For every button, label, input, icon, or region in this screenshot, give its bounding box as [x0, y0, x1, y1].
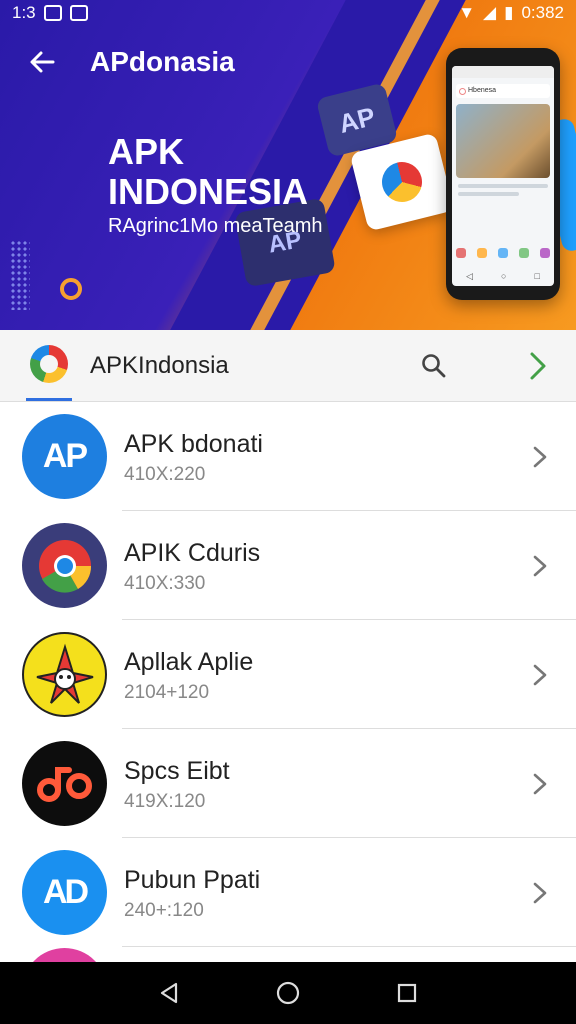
list-item-title: APK bdonati: [124, 430, 263, 458]
list-item-subtitle: 410X:220: [124, 464, 206, 485]
phone-app-icon: [456, 248, 466, 258]
circle-home-icon: [276, 981, 300, 1005]
chevron-right-icon: [530, 352, 546, 380]
list-item-title: Spcs Eibt: [124, 757, 230, 785]
phone-nav-home-icon: ○: [501, 271, 507, 281]
square-recents-icon: [397, 983, 416, 1003]
phone-app-icon: [540, 248, 550, 258]
search-icon: [422, 354, 446, 378]
search-button[interactable]: [420, 352, 448, 380]
app-avatar: [22, 632, 107, 717]
phone-media-card: [456, 104, 550, 178]
app-title: APdonasia: [90, 46, 235, 77]
phone-icon-row: [456, 248, 550, 258]
chrome-logo-icon: [38, 539, 91, 593]
app-list: AP APK bdonati 410X:220 APIK Cduris 410X…: [0, 402, 576, 947]
app-avatar-text: AD: [42, 873, 89, 911]
search-tab-row[interactable]: APKIndonsia: [0, 330, 576, 402]
hero-banner: AP AP Hbenesa ◁ ○ □ 1:3 ▼ ◢ ▮ 0:382 APdo…: [0, 0, 576, 330]
phone-status-bar: [452, 66, 554, 78]
arrow-left-icon: [30, 51, 55, 73]
music-note-icon: [36, 766, 92, 802]
status-bar: 1:3 ▼ ◢ ▮ 0:382: [0, 0, 576, 26]
list-item-partial[interactable]: [0, 942, 576, 962]
app-avatar: [22, 741, 107, 826]
chevron-right-icon: [533, 773, 547, 795]
chevron-right-icon: [533, 446, 547, 468]
app-avatar-text: AP: [42, 437, 88, 475]
phone-app-icon: [498, 248, 508, 258]
phone-nav-bar: ◁ ○ □: [452, 271, 554, 282]
back-button[interactable]: [18, 40, 66, 84]
app-avatar: AP: [22, 414, 107, 499]
hero-ring-decoration: [60, 278, 82, 300]
nav-back-button[interactable]: [149, 973, 189, 1013]
notification-icon: [43, 5, 62, 21]
phone-nav-back-icon: ◁: [466, 271, 473, 281]
hero-phone-illustration: Hbenesa ◁ ○ □: [446, 48, 560, 300]
list-item[interactable]: Spcs Eibt 419X:120: [0, 729, 576, 838]
hero-logo-icon: [377, 157, 427, 207]
status-time: 1:3: [12, 3, 36, 22]
phone-screen: Hbenesa ◁ ○ □: [452, 66, 554, 286]
search-label: APKIndonsia: [90, 352, 229, 379]
app-bar: APdonasia: [0, 40, 235, 84]
list-item[interactable]: AD Pubun Ppati 240+:120: [0, 838, 576, 947]
signal-icon: ◢: [483, 3, 497, 22]
hero-title-line-2: INDONESIA: [108, 171, 309, 212]
list-item-subtitle: 410X:330: [124, 573, 206, 594]
list-item-title: Apllak Aplie: [124, 648, 254, 676]
phone-app-icon: [477, 248, 487, 258]
list-item-subtitle: 419X:120: [124, 791, 206, 812]
chevron-right-icon: [533, 882, 547, 904]
forward-button[interactable]: [524, 348, 552, 384]
triangle-back-icon: [161, 982, 178, 1004]
list-item-title: Pubun Ppati: [124, 866, 261, 894]
phone-nav-recents-icon: □: [534, 271, 540, 281]
notification-icon: [69, 5, 88, 21]
app-avatar: AD: [22, 850, 107, 935]
phone-text-line: [458, 192, 520, 196]
hero-title: APK INDONESIA: [108, 132, 308, 212]
chevron-right-icon: [533, 664, 547, 686]
mascot-icon: [36, 643, 93, 704]
chrome-logo-icon: [30, 345, 68, 383]
list-item-title: APIK Cduris: [124, 539, 261, 567]
app-avatar: [22, 948, 107, 962]
nav-home-button[interactable]: [268, 973, 308, 1013]
hero-title-line-1: APK: [108, 131, 185, 172]
wifi-icon: ▼: [458, 3, 476, 22]
battery-icon: ▮: [504, 3, 514, 22]
phone-text-line: [458, 184, 548, 188]
app-avatar: [22, 523, 107, 608]
active-tab-indicator: [26, 398, 72, 401]
phone-search-bar: Hbenesa: [456, 84, 550, 98]
list-item[interactable]: Apllak Aplie 2104+120: [0, 620, 576, 729]
chevron-right-icon: [533, 555, 547, 577]
list-item-subtitle: 240+:120: [124, 900, 204, 921]
phone-app-icon: [519, 248, 529, 258]
nav-recents-button[interactable]: [387, 973, 427, 1013]
system-nav-bar: [0, 962, 576, 1024]
list-item[interactable]: AP APK bdonati 410X:220: [0, 402, 576, 511]
hero-dots-decoration: [10, 240, 30, 310]
status-right-text: 0:382: [521, 3, 564, 22]
list-item[interactable]: APIK Cduris 410X:330: [0, 511, 576, 620]
hero-ap-tile-label: AP: [335, 100, 379, 139]
hero-subtitle: RAgrinc1Mo meaTeamh: [108, 215, 323, 237]
list-item-subtitle: 2104+120: [124, 682, 210, 703]
